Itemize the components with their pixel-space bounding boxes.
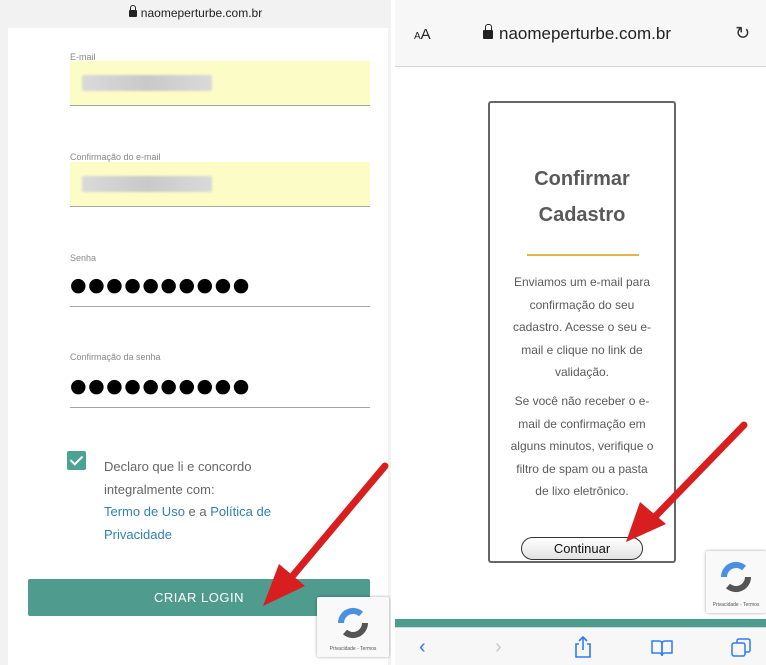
password-field[interactable]: ●●●●●●●●●●: [70, 274, 251, 296]
recaptcha-badge[interactable]: Privacidade - Termos: [317, 597, 389, 657]
book-icon[interactable]: [651, 639, 673, 657]
url-text: naomeperturbe.com.br: [140, 6, 263, 20]
forward-icon[interactable]: ›: [495, 636, 502, 659]
continue-button[interactable]: Continuar: [521, 537, 643, 560]
signup-form: [8, 28, 388, 665]
email-confirm-label: Confirmação do e-mail: [70, 152, 161, 162]
redacted-email-confirm: [82, 176, 212, 192]
email-confirm-field[interactable]: [70, 162, 370, 207]
modal-paragraph-1: Enviamos um e-mail para confirmação do s…: [512, 275, 652, 379]
right-screenshot: AA naomeperturbe.com.br ↻ Confirmar Cada…: [395, 0, 766, 665]
url-field[interactable]: naomeperturbe.com.br: [483, 24, 671, 44]
recaptcha-icon: [720, 561, 752, 593]
email-field[interactable]: [70, 61, 370, 106]
terms-line-2: integralmente com:: [104, 481, 215, 497]
text-size-button[interactable]: AA: [414, 26, 431, 43]
lock-icon: [483, 24, 493, 39]
modal-title: Confirmar Cadastro: [490, 161, 674, 233]
recaptcha-label: Privacidade - Termos: [712, 602, 760, 608]
left-screenshot: naomeperturbe.com.br E-mail Confirmação …: [0, 0, 391, 665]
recaptcha-label: Privacidade - Termos: [329, 646, 377, 652]
page-footer-bar: [395, 619, 766, 627]
privacy-policy-link-cont[interactable]: Privacidade: [104, 527, 172, 542]
title-line-1: Confirmar: [534, 168, 630, 190]
share-icon[interactable]: [574, 635, 592, 659]
terms-checkbox[interactable]: [67, 451, 86, 470]
url-text: naomeperturbe.com.br: [499, 24, 671, 43]
safari-toolbar: ‹ ›: [395, 627, 766, 665]
confirm-modal: Confirmar Cadastro Enviamos um e-mail pa…: [488, 101, 676, 563]
title-divider: [527, 254, 639, 256]
terms-text: Declaro que li e concordo integralmente …: [104, 456, 334, 546]
password-confirm-label: Confirmação da senha: [70, 352, 161, 362]
tabs-icon[interactable]: [731, 638, 751, 658]
back-icon[interactable]: ‹: [419, 636, 426, 659]
reload-icon[interactable]: ↻: [735, 23, 750, 44]
title-line-2: Cadastro: [538, 204, 626, 226]
password-label: Senha: [70, 253, 97, 263]
url-bar[interactable]: naomeperturbe.com.br: [0, 5, 391, 20]
terms-connector: e a: [184, 504, 211, 519]
password-underline: [70, 306, 370, 307]
recaptcha-badge[interactable]: Privacidade - Termos: [706, 551, 766, 613]
terms-line-1: Declaro que li e concordo: [104, 459, 252, 474]
lock-icon: [128, 5, 137, 17]
safari-address-bar: AA naomeperturbe.com.br ↻: [395, 0, 766, 67]
privacy-policy-link[interactable]: Política de: [210, 504, 271, 519]
terms-of-use-link[interactable]: Termo de Uso: [104, 504, 185, 519]
password-confirm-underline: [70, 407, 370, 408]
modal-paragraph-2: Se você não receber o e- mail de confirm…: [510, 394, 654, 498]
recaptcha-icon: [337, 607, 369, 639]
password-confirm-field[interactable]: ●●●●●●●●●●: [70, 375, 251, 397]
redacted-email: [82, 75, 212, 91]
